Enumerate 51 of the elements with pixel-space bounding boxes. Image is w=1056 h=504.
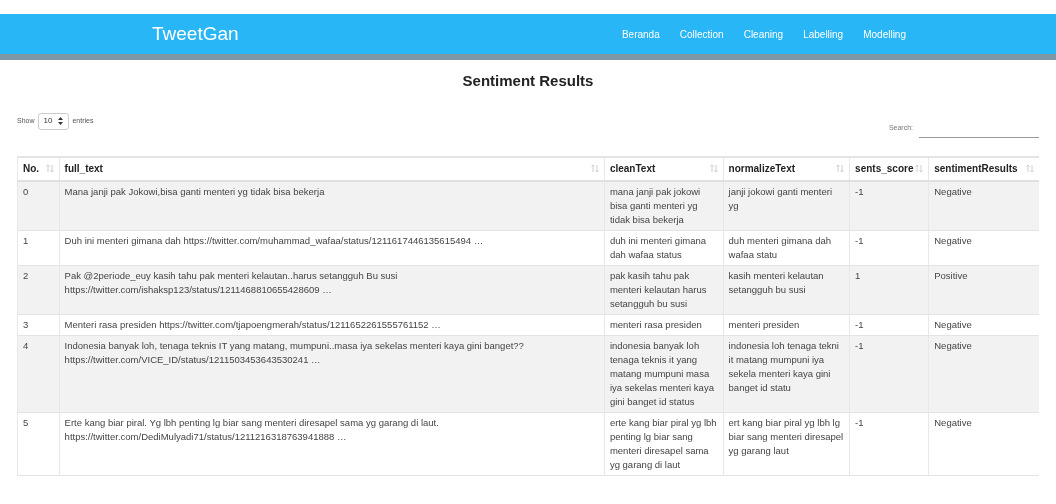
page-title: Sentiment Results: [462, 71, 594, 91]
caret-icon: [58, 117, 64, 125]
table-cell: 2: [17, 265, 59, 314]
table-cell: -1: [849, 335, 929, 412]
table-cell: menteri rasa presiden: [603, 314, 723, 335]
table-cell: ert kang biar piral yg lbh lg biar sang menteri diresapel yg garang laut: [722, 412, 850, 475]
table-cell: Duh ini menteri gimana dah https://twitter.com/muhammad_wafaa/status/1211617446135615494 …: [58, 230, 604, 265]
table-cell: 1: [17, 230, 59, 265]
table-cell: Positive: [928, 265, 1039, 314]
column-header[interactable]: full_text: [58, 157, 604, 180]
sort-icon: [45, 164, 54, 173]
table-cell: -1: [849, 230, 929, 265]
table-cell: 1: [849, 265, 929, 314]
table-cell: Negative: [928, 181, 1039, 230]
table-cell: duh ini menteri gimana dah wafaa status: [603, 230, 723, 265]
table-cell: Erte kang biar piral. Yg lbh penting lg biar sang menteri diresapel sama yg garang di laut. https://twitter.com/DediMulyadi71/status/1211216318763941888 …: [58, 412, 604, 475]
sort-icon: [1026, 164, 1034, 173]
table-cell: -1: [849, 412, 929, 475]
column-header[interactable]: cleanText: [603, 157, 723, 180]
table-cell: mana janji pak jokowi bisa ganti menteri yg tidak bisa bekerja: [603, 181, 723, 230]
entries-select[interactable]: 10: [37, 112, 70, 130]
table-cell: Pak @2periode_euy kasih tahu pak menteri kelautan..harus setangguh Bu susi https://twitter.com/ishaksp123/status/1211468810655428609 …: [58, 265, 604, 314]
sort-icon: [590, 164, 599, 173]
sort-icon: [709, 164, 718, 173]
table-cell: Negative: [928, 335, 1039, 412]
table-cell: Negative: [928, 412, 1039, 475]
table-cell: 0: [17, 181, 59, 230]
column-header[interactable]: sentimentResults: [928, 157, 1039, 180]
table-cell: Negative: [928, 230, 1039, 265]
table-cell: -1: [849, 181, 929, 230]
table-cell: 3: [17, 314, 59, 335]
table-cell: 4: [17, 335, 59, 412]
table-cell: indonesia banyak loh tenaga teknis it yang matang mumpuni masa iya sekelas menteri kaya gini banget id status: [603, 335, 723, 412]
table-cell: Mana janji pak Jokowi,bisa ganti menteri yg tidak bisa bekerja: [58, 181, 604, 230]
column-header[interactable]: sents_score: [849, 157, 929, 180]
column-header[interactable]: normalizeText: [722, 157, 850, 180]
table-cell: erte kang biar piral yg lbh penting lg biar sang menteri diresapel sama yg garang di laut: [603, 412, 723, 475]
sort-icon: [915, 164, 924, 173]
table-cell: Indonesia banyak loh, tenaga teknis IT yang matang, mumpuni..masa iya sekelas menteri kaya gini banget?? https://twitter.com/VICE_ID/status/1211503453643530241 …: [58, 335, 604, 412]
table-cell: pak kasih tahu pak menteri kelautan harus setangguh bu susi: [603, 265, 723, 314]
table-cell: -1: [849, 314, 929, 335]
table-cell: indonesia loh tenaga tekni it matang mumpuni iya sekela menteri kaya gini banget id statu: [722, 335, 850, 412]
sort-icon: [836, 164, 845, 173]
table-cell: janji jokowi ganti menteri yg: [722, 181, 850, 230]
table-cell: kasih menteri kelautan setangguh bu susi: [722, 265, 850, 314]
column-header[interactable]: No.: [17, 157, 59, 180]
table-cell: Negative: [928, 314, 1039, 335]
table-cell: Menteri rasa presiden https://twitter.com/tjapoengmerah/status/1211652261555761152 …: [58, 314, 604, 335]
table-cell: 5: [17, 412, 59, 475]
table-cell: duh menteri gimana dah wafaa statu: [722, 230, 850, 265]
table-cell: menteri presiden: [722, 314, 850, 335]
